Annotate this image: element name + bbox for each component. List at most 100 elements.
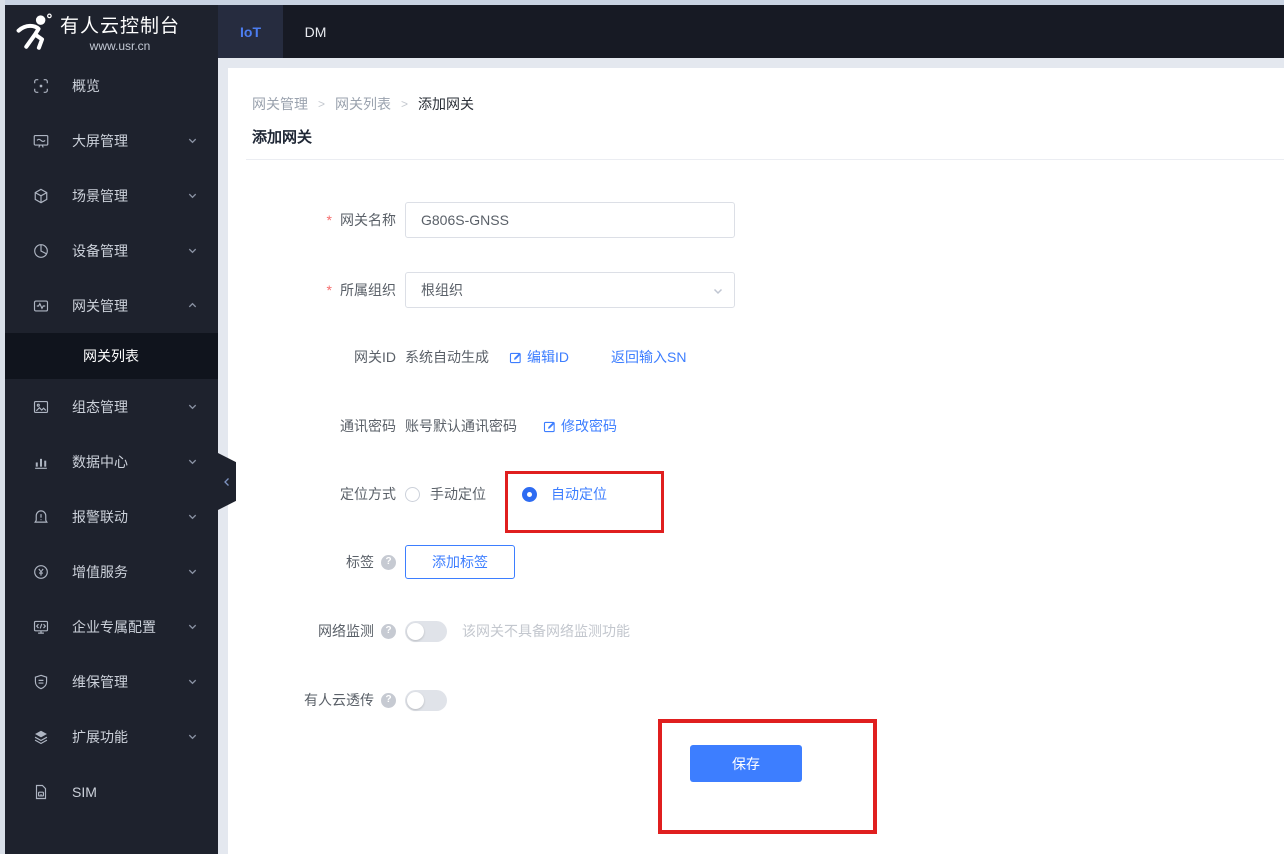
sidebar-item-label: 报警联动 (72, 508, 128, 525)
sidebar-item-device-mgmt[interactable]: 设备管理 (5, 223, 218, 278)
brand-title: 有人云控制台 (60, 15, 181, 37)
sidebar-item-label: SIM (72, 783, 97, 800)
sidebar-item-screen-mgmt[interactable]: 大屏管理 (5, 113, 218, 168)
edit-icon (509, 351, 522, 364)
label-text: 所属组织 (340, 282, 396, 298)
add-tag-button[interactable]: 添加标签 (405, 545, 515, 579)
cloud-passthrough-toggle[interactable] (405, 689, 447, 711)
chevron-down-icon (187, 245, 198, 256)
image-icon (32, 398, 50, 416)
required-mark: * (326, 212, 332, 228)
link-text: 返回输入SN (611, 349, 687, 365)
bar-chart-icon (32, 453, 50, 471)
required-mark: * (326, 282, 332, 298)
edit-icon (543, 420, 556, 433)
sidebar-item-label: 企业专属配置 (72, 618, 156, 635)
positioning-row: 定位方式 手动定位 自动定位 (252, 476, 607, 512)
sidebar-item-scene-mgmt[interactable]: 场景管理 (5, 168, 218, 223)
help-icon[interactable] (381, 692, 396, 708)
link-text: 修改密码 (561, 418, 617, 434)
chevron-down-icon (187, 190, 198, 201)
save-button[interactable]: 保存 (690, 745, 802, 782)
tags-row: 标签 添加标签 (252, 544, 515, 580)
gateway-monitor-icon (32, 297, 50, 315)
gateway-id-value: 系统自动生成 (405, 349, 489, 365)
manual-positioning-option[interactable]: 手动定位 (430, 484, 486, 504)
brand-subtitle: www.usr.cn (89, 38, 151, 53)
auto-positioning-radio[interactable] (522, 486, 537, 502)
back-to-sn-link[interactable]: 返回输入SN (611, 347, 686, 367)
breadcrumb-separator: > (318, 97, 326, 111)
sidebar-item-overview[interactable]: 概览 (5, 58, 218, 113)
sidebar-item-data-center[interactable]: 数据中心 (5, 434, 218, 489)
gateway-id-label: 网关ID (252, 347, 396, 367)
network-monitor-row: 网络监测 该网关不具备网络监测功能 (252, 613, 630, 649)
overview-icon (32, 77, 50, 95)
label-text: 网关名称 (340, 212, 396, 228)
label-text: 网关ID (354, 349, 396, 365)
brand: 有人云控制台 www.usr.cn (5, 5, 218, 58)
breadcrumb-separator: > (401, 97, 409, 111)
sidebar-subitem-gateway-list[interactable]: 网关列表 (5, 333, 218, 379)
chevron-down-icon (187, 511, 198, 522)
change-password-link[interactable]: 修改密码 (543, 416, 617, 436)
sim-card-icon (32, 783, 50, 801)
sidebar-item-config-mgmt[interactable]: 组态管理 (5, 379, 218, 434)
chevron-left-icon (222, 477, 232, 487)
shield-icon (32, 673, 50, 691)
network-monitor-toggle[interactable] (405, 620, 447, 642)
sidebar-item-label: 扩展功能 (72, 728, 128, 745)
sidebar-item-label: 大屏管理 (72, 132, 128, 149)
sidebar-item-label: 增值服务 (72, 563, 128, 580)
sidebar-item-label: 场景管理 (72, 187, 128, 204)
sidebar-item-alarm-linkage[interactable]: 报警联动 (5, 489, 218, 544)
sidebar-nav: 概览 大屏管理 场景管理 设备管理 网关管理 网关列表 组态管理 数据中心 报警… (5, 58, 218, 819)
cube-icon (32, 187, 50, 205)
gateway-name-input[interactable] (405, 202, 735, 238)
sidebar-item-label: 数据中心 (72, 453, 128, 470)
chevron-down-icon (187, 676, 198, 687)
chevron-up-icon (187, 300, 198, 311)
network-monitor-hint: 该网关不具备网络监测功能 (462, 623, 630, 639)
sidebar-item-label: 设备管理 (72, 242, 128, 259)
gateway-name-row: * 网关名称 (252, 202, 735, 238)
content-panel (228, 68, 1284, 854)
sidebar-item-maintenance[interactable]: 维保管理 (5, 654, 218, 709)
chevron-down-icon (187, 401, 198, 412)
breadcrumb-gateway-mgmt[interactable]: 网关管理 (252, 94, 308, 114)
pie-chart-icon (32, 242, 50, 260)
usr-logo-icon (13, 11, 55, 53)
sidebar-item-value-added[interactable]: 增值服务 (5, 544, 218, 599)
breadcrumb-gateway-list[interactable]: 网关列表 (335, 94, 391, 114)
sidebar-item-sim[interactable]: SIM (5, 764, 218, 819)
manual-positioning-radio[interactable] (405, 486, 420, 502)
organization-selected-value: 根组织 (421, 282, 463, 298)
sidebar-item-gateway-mgmt[interactable]: 网关管理 (5, 278, 218, 333)
sidebar: 有人云控制台 www.usr.cn 概览 大屏管理 场景管理 设备管理 网关管理… (5, 5, 218, 854)
auto-positioning-option[interactable]: 自动定位 (551, 484, 607, 504)
sidebar-collapse-handle[interactable] (218, 453, 236, 510)
organization-select[interactable]: 根组织 (405, 272, 735, 308)
label-text: 有人云透传 (304, 692, 374, 708)
help-icon[interactable] (381, 554, 396, 570)
page-title: 添加网关 (252, 129, 313, 146)
edit-id-link[interactable]: 编辑ID (509, 347, 569, 367)
tab-iot[interactable]: IoT (218, 5, 283, 58)
yuan-circle-icon (32, 563, 50, 581)
chevron-down-icon (187, 621, 198, 632)
help-icon[interactable] (381, 623, 396, 639)
sidebar-item-extensions[interactable]: 扩展功能 (5, 709, 218, 764)
gateway-id-row: 网关ID 系统自动生成 编辑ID 返回输入SN (252, 339, 686, 375)
organization-label: * 所属组织 (252, 280, 396, 300)
tab-dm[interactable]: DM (283, 5, 348, 58)
chevron-down-icon (187, 135, 198, 146)
layers-icon (32, 728, 50, 746)
breadcrumb: 网关管理 > 网关列表 > 添加网关 (252, 94, 474, 114)
comm-password-row: 通讯密码 账号默认通讯密码 修改密码 (252, 408, 617, 444)
alarm-bell-icon (32, 508, 50, 526)
sidebar-item-enterprise-config[interactable]: 企业专属配置 (5, 599, 218, 654)
tags-label: 标签 (252, 552, 396, 572)
label-text: 通讯密码 (340, 418, 396, 434)
chevron-down-icon (187, 456, 198, 467)
sidebar-item-label: 网关管理 (72, 297, 128, 314)
